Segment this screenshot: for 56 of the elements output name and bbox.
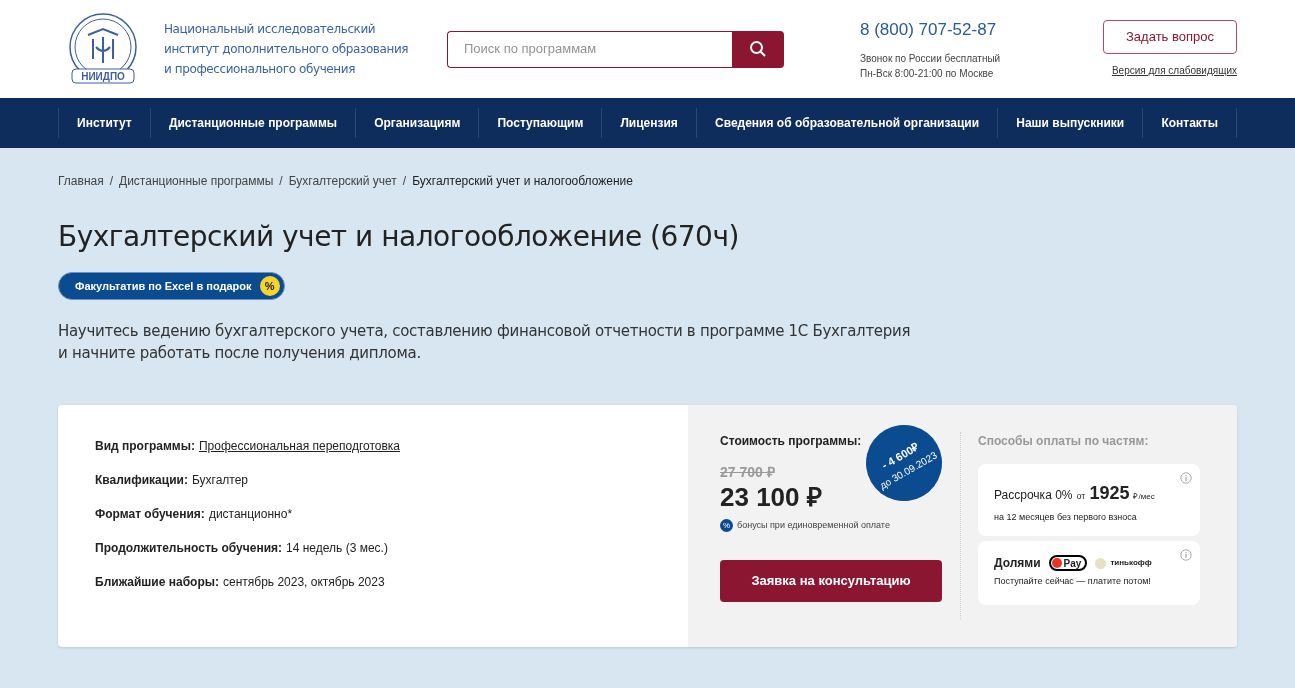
phone-number[interactable]: 8 (800) 707-52-87 bbox=[860, 17, 1001, 43]
consultation-button[interactable]: Заявка на консультацию bbox=[720, 559, 942, 602]
search-button[interactable] bbox=[732, 30, 784, 68]
ask-question-button[interactable]: Задать вопрос bbox=[1103, 20, 1237, 54]
plan-note: на 12 месяцев без первого взноса bbox=[994, 511, 1138, 524]
nav-item[interactable]: Дистанционные программы bbox=[150, 108, 357, 138]
breadcrumb-link[interactable]: Бухгалтерский учет bbox=[288, 172, 397, 190]
nav-item[interactable]: Лицензия bbox=[602, 108, 697, 138]
nav-item[interactable]: Организациям bbox=[356, 108, 480, 138]
nav-item[interactable]: Наши выпускники bbox=[998, 108, 1144, 138]
pay-logo: Pay bbox=[1048, 555, 1088, 571]
info-icon[interactable] bbox=[1180, 549, 1192, 561]
plan-title: Рассрочка 0% bbox=[994, 487, 1073, 504]
detail-label: Вид программы: bbox=[95, 438, 195, 455]
detail-value: дистанционно* bbox=[208, 506, 293, 523]
nav-item[interactable]: Контакты bbox=[1143, 108, 1238, 138]
phone-note: Пн-Вск 8:00-21:00 по Москве bbox=[860, 66, 995, 81]
from-label: от bbox=[1076, 490, 1086, 503]
detail-label: Продолжительность обучения: bbox=[95, 540, 283, 557]
organization-name: Национальный исследовательский институт дополнительного образования и профессионального обучения bbox=[164, 21, 409, 78]
plan-note: Поступайте сейчас — платите потом! bbox=[994, 575, 1152, 588]
breadcrumb-separator: / bbox=[402, 173, 407, 190]
plan-title: Долями bbox=[994, 555, 1041, 572]
bonus-note: бонусы при единовременной оплате bbox=[737, 519, 890, 532]
detail-label: Формат обучения: bbox=[95, 506, 205, 523]
phone-note: Звонок по России бесплатный bbox=[860, 51, 1001, 66]
nav-item[interactable]: Институт bbox=[59, 108, 151, 138]
monthly-amount: 1925 bbox=[1089, 482, 1130, 505]
page-title: Бухгалтерский учет и налогообложение (670ч) bbox=[58, 219, 740, 255]
detail-label: Ближайшие наборы: bbox=[95, 574, 219, 591]
detail-value: сентябрь 2023, октябрь 2023 bbox=[222, 574, 385, 591]
detail-label: Квалификации: bbox=[95, 472, 188, 489]
detail-value: 14 недель (3 мес.) bbox=[286, 540, 388, 557]
percent-icon: % bbox=[720, 519, 733, 533]
current-price: 23 100 ₽ bbox=[720, 483, 822, 511]
search-field[interactable]: Поиск по программам bbox=[447, 30, 732, 68]
monthly-unit: ₽/мес bbox=[1133, 491, 1155, 503]
breadcrumb-link[interactable]: Дистанционные программы bbox=[119, 172, 274, 190]
bank-logo: тинькофф bbox=[1095, 557, 1152, 569]
info-icon[interactable] bbox=[1180, 472, 1192, 484]
detail-value: Бухгалтер bbox=[191, 472, 248, 489]
search-icon bbox=[749, 40, 767, 58]
percent-icon: % bbox=[259, 276, 280, 296]
breadcrumb-separator: / bbox=[109, 173, 114, 190]
breadcrumb-link[interactable]: Главная bbox=[58, 172, 104, 190]
nav-item[interactable]: Сведения об образовательной организации bbox=[696, 108, 999, 138]
installments-heading: Способы оплаты по частям: bbox=[978, 433, 1150, 450]
promo-label: Факультатив по Excel в подарок bbox=[75, 278, 252, 294]
nav-item[interactable]: Поступающим bbox=[479, 108, 603, 138]
description-line: Научитесь ведению бухгалтерского учета, составлению финансовой отчетности в программе 1С Бухгалтерия bbox=[58, 321, 912, 342]
accessibility-link[interactable]: Версия для слабовидящих bbox=[1111, 63, 1237, 78]
breadcrumb-link[interactable]: Бухгалтерский учет и налогообложение bbox=[412, 172, 633, 190]
old-price: 27 700 ₽ bbox=[720, 463, 775, 482]
breadcrumb-separator: / bbox=[279, 173, 283, 190]
description-line: и начните работать после получения диплома. bbox=[58, 343, 422, 364]
detail-link[interactable]: Профессиональная переподготовка bbox=[198, 437, 401, 455]
